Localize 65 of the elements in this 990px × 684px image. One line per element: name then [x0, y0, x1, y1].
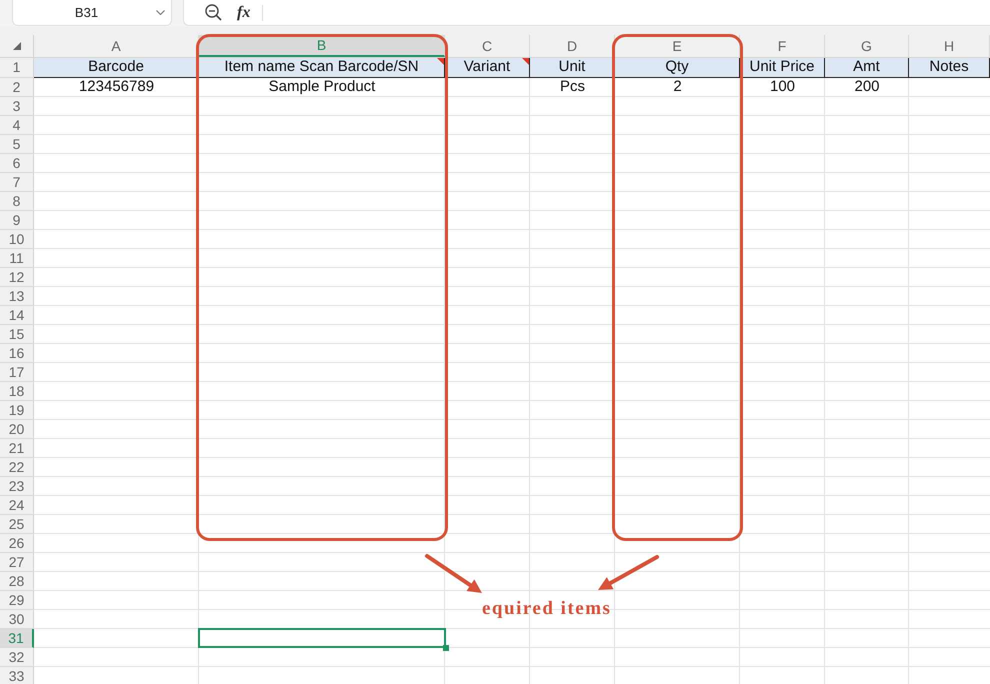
row-header[interactable]: 23: [0, 477, 34, 496]
name-box[interactable]: B31: [12, 0, 172, 26]
fill-handle[interactable]: [443, 645, 449, 651]
row-header[interactable]: 7: [0, 173, 34, 192]
row-header[interactable]: 24: [0, 496, 34, 515]
arrow: [598, 555, 659, 590]
arrow: [425, 554, 482, 593]
column-header[interactable]: B: [199, 35, 445, 57]
row-header[interactable]: 20: [0, 420, 34, 439]
header-cell: Amt: [825, 58, 909, 78]
select-all-icon[interactable]: [12, 42, 20, 50]
table-cell-text: Pcs: [558, 78, 586, 97]
table-cell-text: 123456789: [78, 78, 156, 97]
row-header[interactable]: 32: [0, 648, 34, 667]
row-header[interactable]: 19: [0, 401, 34, 420]
row-header[interactable]: 29: [0, 591, 34, 610]
row-header[interactable]: 15: [0, 325, 34, 344]
row-header[interactable]: 6: [0, 154, 34, 173]
row-header[interactable]: 11: [0, 249, 34, 268]
zoom-out-icon[interactable]: [205, 4, 222, 21]
column-header[interactable]: H: [909, 35, 990, 57]
function-button[interactable]: fx: [237, 4, 250, 20]
row-header[interactable]: 14: [0, 306, 34, 325]
row-header[interactable]: 5: [0, 135, 34, 154]
active-cell-border[interactable]: [198, 628, 446, 648]
row-header[interactable]: 2: [0, 78, 34, 97]
header-cell: Variant: [445, 58, 530, 78]
row-header[interactable]: 18: [0, 382, 34, 401]
column-header[interactable]: E: [615, 35, 740, 57]
row-header[interactable]: 8: [0, 192, 34, 211]
row-header[interactable]: 30: [0, 610, 34, 629]
table-cell-text: 100: [768, 78, 796, 97]
formula-bar[interactable]: fx: [183, 0, 990, 26]
row-header[interactable]: 21: [0, 439, 34, 458]
header-cell: Barcode: [34, 58, 199, 78]
column-header[interactable]: C: [445, 35, 530, 57]
row-header[interactable]: 27: [0, 553, 34, 572]
row-header[interactable]: 1: [0, 58, 34, 78]
row-header[interactable]: 17: [0, 363, 34, 382]
row-header[interactable]: 25: [0, 515, 34, 534]
row-header[interactable]: 13: [0, 287, 34, 306]
row-header[interactable]: 33: [0, 667, 34, 684]
header-cell: Unit: [530, 58, 615, 78]
table-cell-text: 200: [853, 78, 881, 97]
row-header[interactable]: 4: [0, 116, 34, 135]
row-header[interactable]: 22: [0, 458, 34, 477]
row-header[interactable]: 28: [0, 572, 34, 591]
header-cell: Notes: [909, 58, 990, 78]
annotation-text: equired items: [482, 599, 612, 618]
header-cell: Qty: [615, 58, 740, 78]
row-header[interactable]: 10: [0, 230, 34, 249]
table-cell-text: 2: [672, 78, 683, 97]
header-cell: Item name Scan Barcode/SN: [199, 58, 445, 78]
row-header[interactable]: 12: [0, 268, 34, 287]
row-header[interactable]: 16: [0, 344, 34, 363]
table-cell-text: Sample Product: [268, 78, 376, 97]
chevron-down-icon: [156, 10, 165, 15]
row-header[interactable]: 31: [0, 629, 34, 648]
row-header[interactable]: 9: [0, 211, 34, 230]
column-header[interactable]: F: [740, 35, 825, 57]
header-cell: Unit Price: [740, 58, 825, 78]
column-header[interactable]: D: [530, 35, 615, 57]
column-header[interactable]: G: [825, 35, 909, 57]
row-header[interactable]: 3: [0, 97, 34, 116]
row-header[interactable]: 26: [0, 534, 34, 553]
